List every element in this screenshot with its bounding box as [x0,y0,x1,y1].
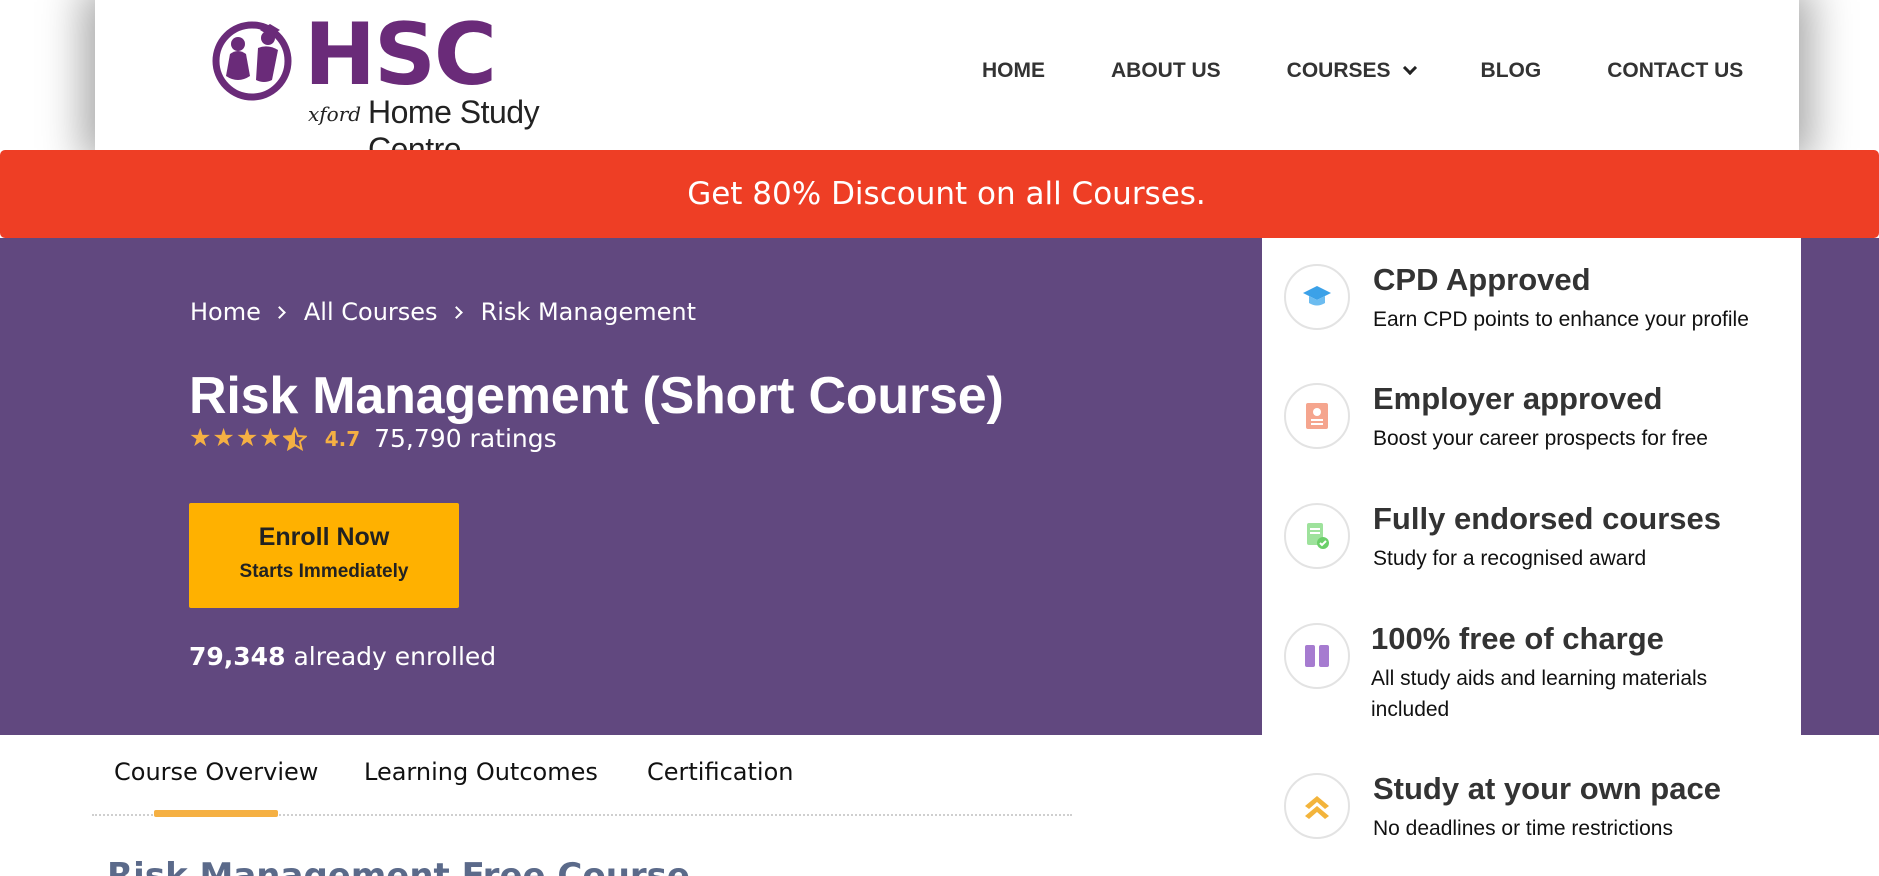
feature-title: Employer approved [1373,381,1663,416]
double-chevron-up-icon [1284,773,1350,839]
star-icon: ★ [189,424,212,452]
tab-certification[interactable]: Certification [647,758,793,786]
nav-contact-us[interactable]: CONTACT US [1607,59,1743,83]
enrolled-text: already enrolled [293,642,497,671]
star-rating: ★ ★ ★ ★ [189,426,307,451]
tab-learning-outcomes[interactable]: Learning Outcomes [364,758,598,786]
feature-title: Study at your own pace [1373,771,1721,806]
chevron-right-icon [449,305,463,319]
enroll-button-label: Enroll Now [258,523,390,551]
rating-count: 75,790 ratings [374,424,557,453]
feature-description: All study aids and learning materials in… [1371,667,1708,721]
nav-courses[interactable]: COURSES [1286,59,1417,83]
rating-value: 4.7 [324,426,361,451]
enroll-button-sublabel: Starts Immediately [239,561,409,582]
feature-title: Fully endorsed courses [1373,501,1721,536]
active-tab-indicator [154,810,278,817]
breadcrumb-current: Risk Management [480,298,697,326]
logo-emblem-icon [212,21,292,101]
nav-about-us[interactable]: ABOUT US [1111,59,1221,83]
site-header: HSC xford Home Study Centre HOME ABOUT U… [95,0,1799,167]
half-star-icon [282,427,307,451]
document-check-icon [1284,503,1350,569]
breadcrumb-all-courses[interactable]: All Courses [304,298,438,326]
nav-home[interactable]: HOME [982,59,1045,83]
graduation-cap-icon [1284,264,1350,330]
site-logo[interactable]: HSC xford Home Study Centre [208,12,608,167]
feature-description: Earn CPD points to enhance your profile [1373,308,1749,331]
chevron-right-icon [273,305,286,319]
feature-title: CPD Approved [1373,262,1591,297]
breadcrumb: Home All Courses Risk Management [190,298,696,326]
book-icon [1284,623,1350,689]
rating-summary: ★ ★ ★ ★ 4.7 75,790 ratings [189,424,557,453]
course-tabs: Course Overview Learning Outcomes Certif… [92,758,1072,818]
certificate-icon [1284,383,1350,449]
nav-blog[interactable]: BLOG [1481,59,1542,83]
feature-description: Boost your career prospects for free [1373,427,1708,450]
feature-description: No deadlines or time restrictions [1373,817,1673,840]
star-icon: ★ [259,424,282,452]
course-features-card: CPD Approved Earn CPD points to enhance … [1262,238,1801,840]
nav-courses-label: COURSES [1286,59,1391,82]
breadcrumb-home[interactable]: Home [190,298,261,326]
enrolled-number: 79,348 [189,642,286,671]
feature-title: 100% free of charge [1371,621,1664,656]
logo-xford: xford [308,102,362,126]
discount-text: Get 80% Discount on all Courses. [687,176,1206,212]
enrolled-count: 79,348 already enrolled [189,642,496,671]
star-icon: ★ [235,424,259,452]
chevron-down-icon [1402,60,1417,76]
enroll-now-button[interactable]: Enroll Now Starts Immediately [189,503,459,608]
logo-wordmark: HSC [304,5,497,105]
tab-course-overview[interactable]: Course Overview [114,758,318,786]
star-icon: ★ [212,424,235,452]
discount-banner[interactable]: Get 80% Discount on all Courses. [0,150,1879,238]
feature-description: Study for a recognised award [1373,547,1647,570]
section-heading: Risk Management Free Course [107,856,690,876]
page-title: Risk Management (Short Course) [189,367,1004,425]
main-nav: HOME ABOUT US COURSES BLOG CONTACT US [982,56,1743,86]
